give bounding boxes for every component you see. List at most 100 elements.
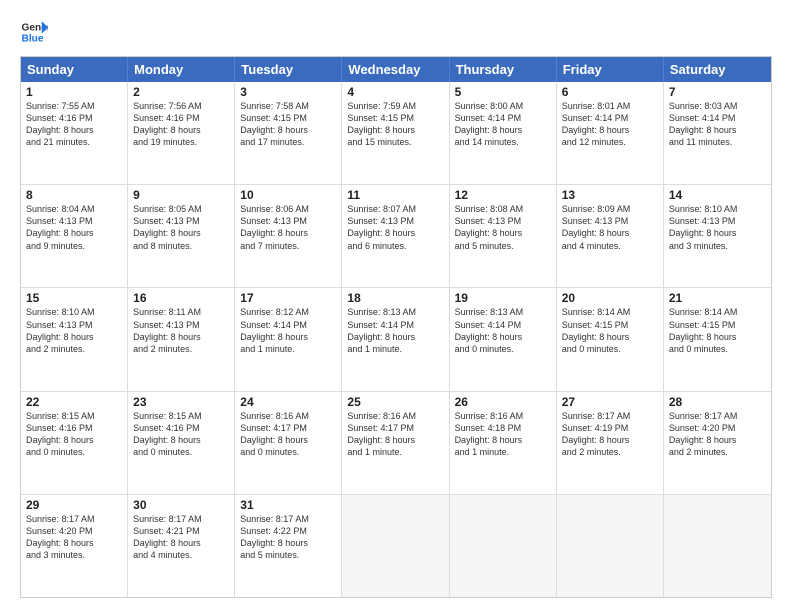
calendar-week-4: 22Sunrise: 8:15 AM Sunset: 4:16 PM Dayli…	[21, 391, 771, 494]
calendar-cell: 12Sunrise: 8:08 AM Sunset: 4:13 PM Dayli…	[450, 185, 557, 287]
col-header-friday: Friday	[557, 57, 664, 82]
day-number: 12	[455, 188, 551, 202]
logo-icon: General Blue	[20, 18, 48, 46]
page-header: General Blue	[20, 18, 772, 46]
calendar-cell: 17Sunrise: 8:12 AM Sunset: 4:14 PM Dayli…	[235, 288, 342, 390]
day-number: 7	[669, 85, 766, 99]
day-info: Sunrise: 8:05 AM Sunset: 4:13 PM Dayligh…	[133, 203, 229, 252]
day-info: Sunrise: 8:17 AM Sunset: 4:20 PM Dayligh…	[26, 513, 122, 562]
calendar-cell: 5Sunrise: 8:00 AM Sunset: 4:14 PM Daylig…	[450, 82, 557, 184]
calendar-cell: 14Sunrise: 8:10 AM Sunset: 4:13 PM Dayli…	[664, 185, 771, 287]
day-info: Sunrise: 8:07 AM Sunset: 4:13 PM Dayligh…	[347, 203, 443, 252]
day-number: 27	[562, 395, 658, 409]
day-number: 31	[240, 498, 336, 512]
calendar-cell: 1Sunrise: 7:55 AM Sunset: 4:16 PM Daylig…	[21, 82, 128, 184]
day-number: 10	[240, 188, 336, 202]
day-info: Sunrise: 8:16 AM Sunset: 4:17 PM Dayligh…	[347, 410, 443, 459]
calendar-week-3: 15Sunrise: 8:10 AM Sunset: 4:13 PM Dayli…	[21, 287, 771, 390]
calendar-week-5: 29Sunrise: 8:17 AM Sunset: 4:20 PM Dayli…	[21, 494, 771, 597]
calendar-cell: 26Sunrise: 8:16 AM Sunset: 4:18 PM Dayli…	[450, 392, 557, 494]
calendar-cell: 4Sunrise: 7:59 AM Sunset: 4:15 PM Daylig…	[342, 82, 449, 184]
svg-text:Blue: Blue	[22, 33, 44, 44]
calendar-cell: 21Sunrise: 8:14 AM Sunset: 4:15 PM Dayli…	[664, 288, 771, 390]
day-number: 11	[347, 188, 443, 202]
calendar-week-1: 1Sunrise: 7:55 AM Sunset: 4:16 PM Daylig…	[21, 82, 771, 184]
day-info: Sunrise: 8:15 AM Sunset: 4:16 PM Dayligh…	[26, 410, 122, 459]
calendar-cell: 31Sunrise: 8:17 AM Sunset: 4:22 PM Dayli…	[235, 495, 342, 597]
calendar-cell: 8Sunrise: 8:04 AM Sunset: 4:13 PM Daylig…	[21, 185, 128, 287]
day-number: 5	[455, 85, 551, 99]
calendar-cell: 28Sunrise: 8:17 AM Sunset: 4:20 PM Dayli…	[664, 392, 771, 494]
col-header-sunday: Sunday	[21, 57, 128, 82]
calendar-cell	[664, 495, 771, 597]
day-number: 14	[669, 188, 766, 202]
day-info: Sunrise: 8:00 AM Sunset: 4:14 PM Dayligh…	[455, 100, 551, 149]
day-info: Sunrise: 8:17 AM Sunset: 4:20 PM Dayligh…	[669, 410, 766, 459]
day-info: Sunrise: 8:09 AM Sunset: 4:13 PM Dayligh…	[562, 203, 658, 252]
day-info: Sunrise: 8:10 AM Sunset: 4:13 PM Dayligh…	[669, 203, 766, 252]
day-info: Sunrise: 8:12 AM Sunset: 4:14 PM Dayligh…	[240, 306, 336, 355]
day-number: 3	[240, 85, 336, 99]
col-header-tuesday: Tuesday	[235, 57, 342, 82]
calendar-cell: 24Sunrise: 8:16 AM Sunset: 4:17 PM Dayli…	[235, 392, 342, 494]
calendar-cell: 6Sunrise: 8:01 AM Sunset: 4:14 PM Daylig…	[557, 82, 664, 184]
day-number: 8	[26, 188, 122, 202]
calendar-week-2: 8Sunrise: 8:04 AM Sunset: 4:13 PM Daylig…	[21, 184, 771, 287]
day-info: Sunrise: 7:55 AM Sunset: 4:16 PM Dayligh…	[26, 100, 122, 149]
day-info: Sunrise: 8:03 AM Sunset: 4:14 PM Dayligh…	[669, 100, 766, 149]
day-info: Sunrise: 8:15 AM Sunset: 4:16 PM Dayligh…	[133, 410, 229, 459]
day-info: Sunrise: 8:08 AM Sunset: 4:13 PM Dayligh…	[455, 203, 551, 252]
calendar: SundayMondayTuesdayWednesdayThursdayFrid…	[20, 56, 772, 598]
day-info: Sunrise: 8:17 AM Sunset: 4:21 PM Dayligh…	[133, 513, 229, 562]
day-number: 26	[455, 395, 551, 409]
calendar-cell: 10Sunrise: 8:06 AM Sunset: 4:13 PM Dayli…	[235, 185, 342, 287]
day-info: Sunrise: 8:04 AM Sunset: 4:13 PM Dayligh…	[26, 203, 122, 252]
day-info: Sunrise: 8:13 AM Sunset: 4:14 PM Dayligh…	[455, 306, 551, 355]
day-number: 15	[26, 291, 122, 305]
calendar-cell: 23Sunrise: 8:15 AM Sunset: 4:16 PM Dayli…	[128, 392, 235, 494]
calendar-cell	[450, 495, 557, 597]
calendar-cell: 19Sunrise: 8:13 AM Sunset: 4:14 PM Dayli…	[450, 288, 557, 390]
calendar-cell: 29Sunrise: 8:17 AM Sunset: 4:20 PM Dayli…	[21, 495, 128, 597]
day-number: 18	[347, 291, 443, 305]
day-number: 16	[133, 291, 229, 305]
day-info: Sunrise: 8:01 AM Sunset: 4:14 PM Dayligh…	[562, 100, 658, 149]
col-header-saturday: Saturday	[664, 57, 771, 82]
day-info: Sunrise: 8:14 AM Sunset: 4:15 PM Dayligh…	[562, 306, 658, 355]
day-number: 19	[455, 291, 551, 305]
calendar-cell: 22Sunrise: 8:15 AM Sunset: 4:16 PM Dayli…	[21, 392, 128, 494]
day-number: 13	[562, 188, 658, 202]
day-info: Sunrise: 7:58 AM Sunset: 4:15 PM Dayligh…	[240, 100, 336, 149]
day-info: Sunrise: 7:59 AM Sunset: 4:15 PM Dayligh…	[347, 100, 443, 149]
col-header-wednesday: Wednesday	[342, 57, 449, 82]
day-info: Sunrise: 8:11 AM Sunset: 4:13 PM Dayligh…	[133, 306, 229, 355]
day-info: Sunrise: 8:16 AM Sunset: 4:18 PM Dayligh…	[455, 410, 551, 459]
day-number: 1	[26, 85, 122, 99]
day-number: 6	[562, 85, 658, 99]
day-number: 9	[133, 188, 229, 202]
logo: General Blue	[20, 18, 48, 46]
day-number: 21	[669, 291, 766, 305]
calendar-cell	[342, 495, 449, 597]
day-info: Sunrise: 8:10 AM Sunset: 4:13 PM Dayligh…	[26, 306, 122, 355]
calendar-cell: 20Sunrise: 8:14 AM Sunset: 4:15 PM Dayli…	[557, 288, 664, 390]
day-number: 22	[26, 395, 122, 409]
calendar-cell: 13Sunrise: 8:09 AM Sunset: 4:13 PM Dayli…	[557, 185, 664, 287]
calendar-cell: 7Sunrise: 8:03 AM Sunset: 4:14 PM Daylig…	[664, 82, 771, 184]
calendar-cell: 16Sunrise: 8:11 AM Sunset: 4:13 PM Dayli…	[128, 288, 235, 390]
day-number: 20	[562, 291, 658, 305]
col-header-thursday: Thursday	[450, 57, 557, 82]
day-number: 2	[133, 85, 229, 99]
day-number: 29	[26, 498, 122, 512]
calendar-cell: 2Sunrise: 7:56 AM Sunset: 4:16 PM Daylig…	[128, 82, 235, 184]
calendar-cell: 9Sunrise: 8:05 AM Sunset: 4:13 PM Daylig…	[128, 185, 235, 287]
day-info: Sunrise: 8:13 AM Sunset: 4:14 PM Dayligh…	[347, 306, 443, 355]
day-info: Sunrise: 8:17 AM Sunset: 4:19 PM Dayligh…	[562, 410, 658, 459]
calendar-body: 1Sunrise: 7:55 AM Sunset: 4:16 PM Daylig…	[21, 82, 771, 597]
calendar-cell: 25Sunrise: 8:16 AM Sunset: 4:17 PM Dayli…	[342, 392, 449, 494]
calendar-cell	[557, 495, 664, 597]
day-info: Sunrise: 8:17 AM Sunset: 4:22 PM Dayligh…	[240, 513, 336, 562]
day-number: 4	[347, 85, 443, 99]
day-number: 25	[347, 395, 443, 409]
day-info: Sunrise: 8:16 AM Sunset: 4:17 PM Dayligh…	[240, 410, 336, 459]
